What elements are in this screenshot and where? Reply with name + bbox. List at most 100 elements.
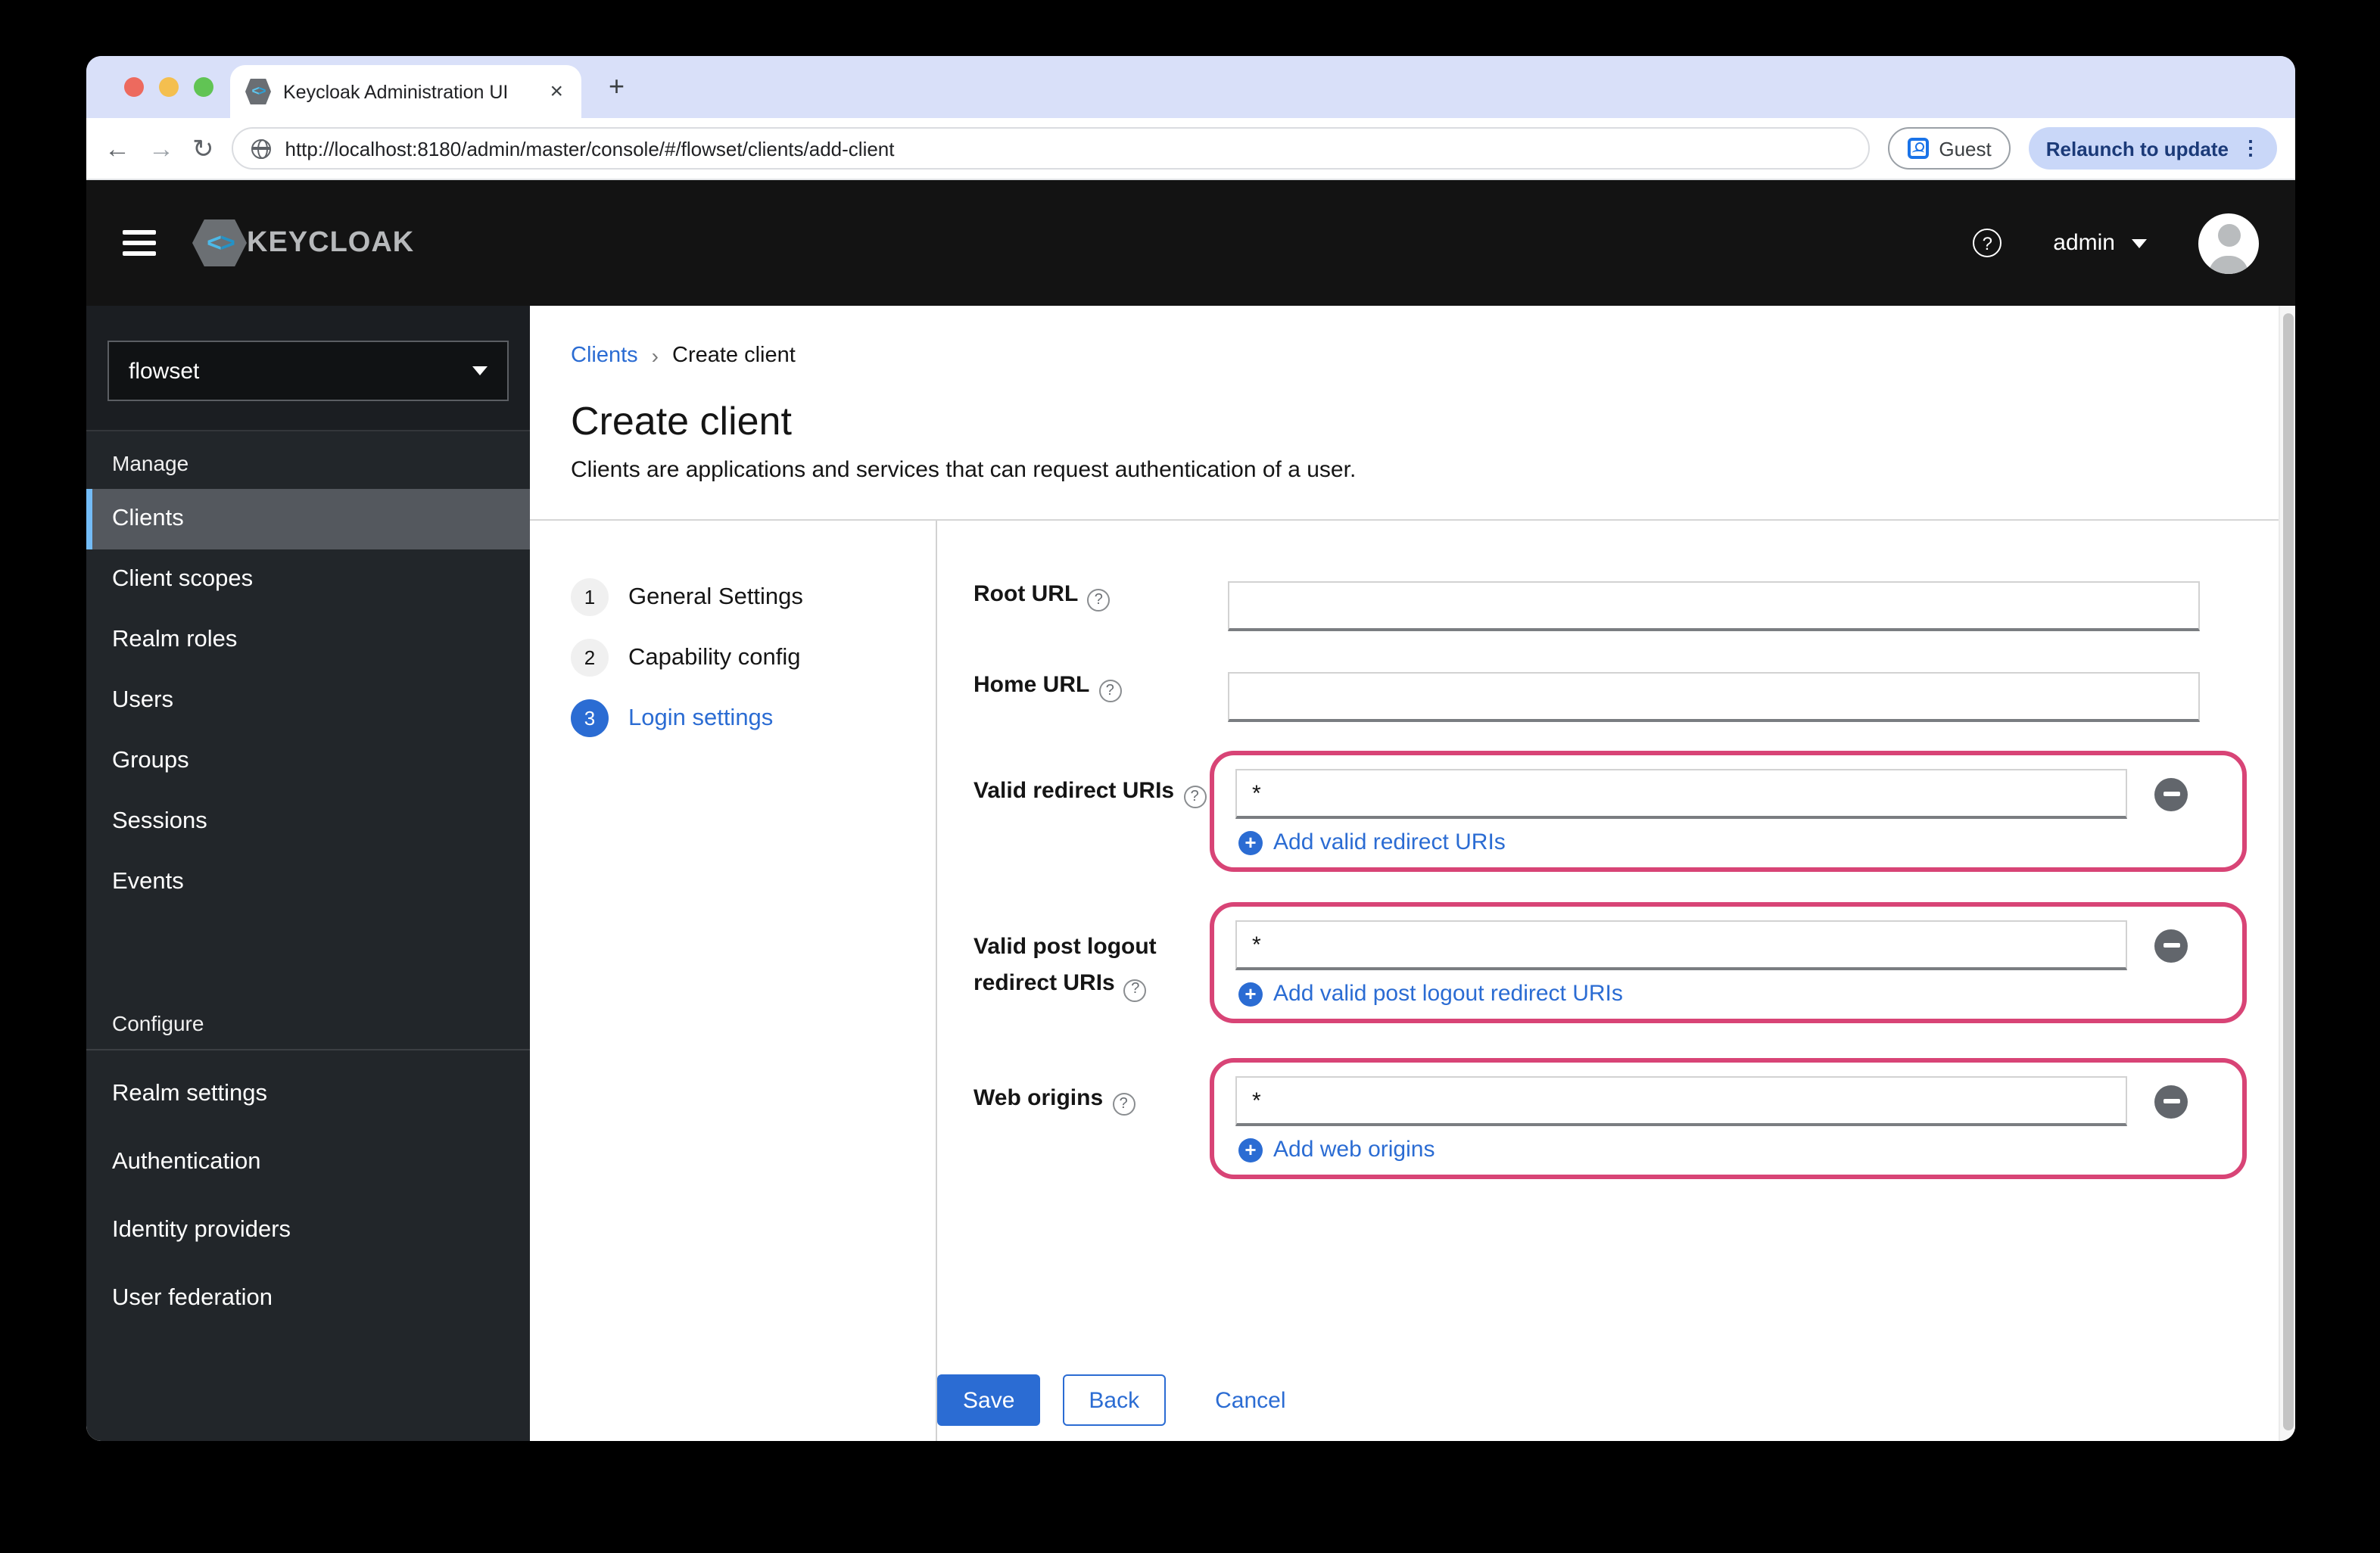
remove-post-logout-uri-button[interactable] — [2154, 929, 2188, 962]
wizard-step-capability-config[interactable]: 2 Capability config — [571, 639, 936, 677]
chevron-down-icon — [472, 366, 488, 375]
step-number: 2 — [571, 639, 609, 677]
browser-window: <> Keycloak Administration UI × + ← → ↻ … — [86, 56, 2295, 1441]
web-origins-row: Web origins? + Add web origins — [937, 1058, 2279, 1179]
browser-forward-icon[interactable]: → — [148, 135, 174, 161]
sidebar-item-realm-settings[interactable]: Realm settings — [86, 1060, 530, 1128]
wizard-step-login-settings[interactable]: 3 Login settings — [571, 699, 936, 737]
remove-web-origin-button[interactable] — [2154, 1085, 2188, 1118]
browser-toolbar: ← → ↻ http://localhost:8180/admin/master… — [86, 118, 2295, 180]
main-area: flowset Manage Clients Client scopes Rea… — [86, 306, 2295, 1441]
sidebar-item-users[interactable]: Users — [86, 671, 530, 731]
home-url-label: Home URL? — [937, 672, 1210, 722]
masthead: < > KEYCLOAK ? admin — [86, 180, 2295, 306]
profile-icon — [1907, 138, 1929, 159]
sidebar-item-events[interactable]: Events — [86, 852, 530, 913]
page-description: Clients are applications and services th… — [571, 457, 1357, 483]
valid-redirect-uris-highlight-box: + Add valid redirect URIs — [1210, 751, 2247, 872]
wizard-step-general-settings[interactable]: 1 General Settings — [571, 578, 936, 616]
valid-redirect-uris-row: Valid redirect URIs? + Add valid redirec… — [937, 751, 2279, 872]
keycloak-favicon-icon: <> — [245, 79, 271, 104]
scrollbar-thumb[interactable] — [2283, 313, 2294, 1430]
sidebar-item-user-federation[interactable]: User federation — [86, 1264, 530, 1332]
web-origins-input[interactable] — [1235, 1076, 2127, 1126]
browser-profile-button[interactable]: Guest — [1887, 127, 2011, 170]
tab-title: Keycloak Administration UI — [283, 81, 509, 102]
sidebar-item-sessions[interactable]: Sessions — [86, 792, 530, 852]
plus-icon: + — [1238, 830, 1263, 854]
page-title: Create client — [571, 398, 792, 443]
address-bar[interactable]: http://localhost:8180/admin/master/conso… — [232, 127, 1870, 170]
masthead-right: ? admin — [1973, 213, 2259, 273]
valid-post-logout-row: Valid post logout redirect URIs? + — [937, 902, 2279, 1023]
page-scrollbar[interactable] — [2279, 306, 2295, 1441]
relaunch-to-update-button[interactable]: Relaunch to update ⋮ — [2029, 127, 2277, 170]
breadcrumb: Clients › Create client — [571, 344, 2279, 368]
browser-reload-icon[interactable]: ↻ — [192, 135, 214, 161]
home-url-input[interactable] — [1228, 672, 2200, 722]
valid-redirect-uris-label: Valid redirect URIs? — [937, 751, 1210, 872]
screen: <> Keycloak Administration UI × + ← → ↻ … — [0, 0, 2380, 1553]
wizard: 1 General Settings 2 Capability config 3… — [530, 521, 2279, 1441]
realm-selector-wrap: flowset — [86, 306, 530, 431]
sidebar-item-identity-providers[interactable]: Identity providers — [86, 1196, 530, 1264]
brand-text: KEYCLOAK — [247, 226, 415, 258]
chevron-down-icon — [2132, 238, 2147, 247]
user-menu[interactable]: admin — [2053, 230, 2147, 256]
valid-redirect-uris-help-icon[interactable]: ? — [1183, 786, 1207, 808]
site-info-icon[interactable] — [251, 138, 272, 158]
cancel-link[interactable]: Cancel — [1215, 1387, 1285, 1413]
sidebar-section-configure: Configure — [112, 1011, 204, 1035]
valid-redirect-uri-input[interactable] — [1235, 769, 2127, 819]
sidebar-item-groups[interactable]: Groups — [86, 731, 530, 792]
home-url-help-icon[interactable]: ? — [1098, 680, 1122, 702]
wizard-steps: 1 General Settings 2 Capability config 3… — [530, 521, 937, 1441]
back-button[interactable]: Back — [1063, 1374, 1166, 1426]
browser-back-icon[interactable]: ← — [104, 135, 130, 161]
browser-tab[interactable]: <> Keycloak Administration UI × — [230, 65, 581, 118]
plus-icon: + — [1238, 1138, 1263, 1162]
valid-post-logout-uri-input[interactable] — [1235, 920, 2127, 970]
close-tab-icon[interactable]: × — [547, 79, 566, 104]
plus-icon: + — [1238, 982, 1263, 1006]
breadcrumb-current: Create client — [672, 344, 796, 368]
nav-toggle-icon[interactable] — [123, 230, 156, 256]
home-url-row: Home URL? — [937, 672, 2279, 722]
help-icon[interactable]: ? — [1973, 229, 2002, 257]
add-valid-redirect-uris-link[interactable]: + Add valid redirect URIs — [1235, 829, 2188, 855]
fullscreen-window-button[interactable] — [194, 77, 213, 97]
sidebar: flowset Manage Clients Client scopes Rea… — [86, 306, 530, 1441]
remove-redirect-uri-button[interactable] — [2154, 777, 2188, 811]
sidebar-item-authentication[interactable]: Authentication — [86, 1128, 530, 1196]
sidebar-section-manage: Manage — [112, 451, 189, 475]
add-post-logout-uris-link[interactable]: + Add valid post logout redirect URIs — [1235, 981, 2188, 1007]
web-origins-highlight-box: + Add web origins — [1210, 1058, 2247, 1179]
window-controls — [124, 77, 213, 97]
valid-post-logout-highlight-box: + Add valid post logout redirect URIs — [1210, 902, 2247, 1023]
sidebar-item-realm-roles[interactable]: Realm roles — [86, 610, 530, 671]
new-tab-button[interactable]: + — [609, 70, 625, 103]
root-url-row: Root URL? — [937, 581, 2279, 631]
web-origins-help-icon[interactable]: ? — [1112, 1093, 1135, 1116]
close-window-button[interactable] — [124, 77, 144, 97]
sidebar-item-client-scopes[interactable]: Client scopes — [86, 549, 530, 610]
browser-menu-icon[interactable]: ⋮ — [2241, 136, 2260, 160]
sidebar-divider — [86, 1049, 530, 1050]
minimize-window-button[interactable] — [159, 77, 179, 97]
add-web-origins-link[interactable]: + Add web origins — [1235, 1137, 2188, 1162]
keycloak-logo[interactable]: < > KEYCLOAK — [192, 219, 414, 266]
breadcrumb-clients-link[interactable]: Clients — [571, 344, 638, 368]
save-button[interactable]: Save — [937, 1374, 1041, 1426]
avatar[interactable] — [2198, 213, 2259, 273]
valid-post-logout-help-icon[interactable]: ? — [1123, 979, 1147, 1001]
realm-selector[interactable]: flowset — [107, 341, 509, 401]
root-url-help-icon[interactable]: ? — [1087, 589, 1111, 612]
url-text: http://localhost:8180/admin/master/conso… — [285, 137, 895, 160]
realm-name: flowset — [129, 358, 200, 384]
root-url-label: Root URL? — [937, 581, 1210, 631]
profile-label: Guest — [1939, 137, 1992, 160]
sidebar-item-clients[interactable]: Clients — [86, 489, 530, 549]
root-url-input[interactable] — [1228, 581, 2200, 631]
tab-strip: <> Keycloak Administration UI × + — [86, 56, 2295, 118]
content: Clients › Create client Create client Cl… — [530, 306, 2279, 1441]
